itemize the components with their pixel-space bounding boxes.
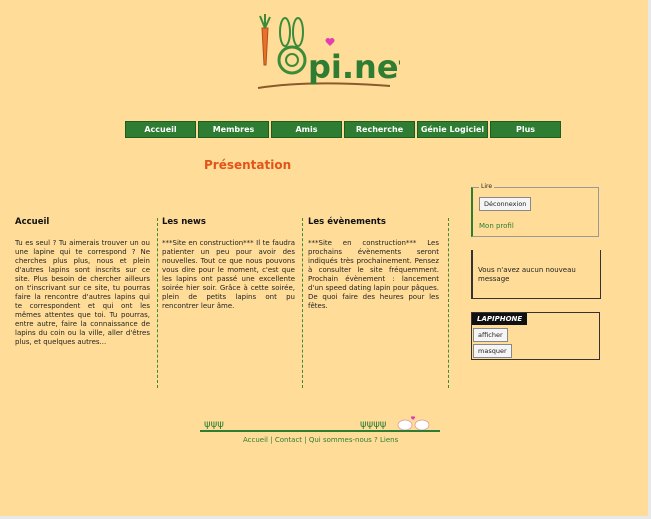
footer-link-accueil[interactable]: Accueil — [243, 436, 268, 444]
column-events: Les évènements ***Site en construction**… — [308, 218, 439, 388]
lapiphone-box: LAPIPHONE afficher masquer — [471, 312, 600, 360]
column-body: ***Site en construction*** Il te faudra … — [162, 239, 295, 310]
footer-link-liens[interactable]: Liens — [380, 436, 398, 444]
column-divider — [448, 218, 449, 388]
bunnies-icon — [397, 416, 430, 430]
show-button[interactable]: afficher — [473, 328, 508, 342]
main-nav: Accueil Membres Amis Recherche Génie Log… — [125, 121, 561, 138]
lapiphone-title: LAPIPHONE — [472, 313, 528, 325]
messages-box: Vous n'avez aucun nouveau message — [471, 250, 601, 299]
logo-text: pi.net — [308, 48, 400, 86]
nav-membres[interactable]: Membres — [198, 121, 269, 138]
column-accueil: Accueil Tu es seul ? Tu aimerais trouver… — [15, 218, 150, 388]
column-body: Tu es seul ? Tu aimerais trouver un ou u… — [15, 239, 150, 346]
footer-separator: | — [268, 436, 275, 444]
footer-links: Accueil | Contact | Qui sommes-nous ? Li… — [243, 436, 398, 444]
nav-amis[interactable]: Amis — [271, 121, 342, 138]
footer-separator: | — [302, 436, 309, 444]
grass-icon: ψψψψ — [360, 419, 387, 430]
column-divider — [302, 218, 303, 388]
column-heading: Les évènements — [308, 217, 386, 227]
login-legend: Lire — [479, 183, 495, 190]
column-heading: Accueil — [15, 217, 50, 227]
rabbit-logo-icon: pi.net — [257, 14, 414, 89]
column-heading: Les news — [162, 217, 206, 227]
nav-plus[interactable]: Plus — [490, 121, 561, 138]
column-news: Les news ***Site en construction*** Il t… — [162, 218, 295, 388]
column-body: ***Site en construction*** Les prochains… — [308, 239, 439, 310]
site-logo[interactable]: pi.net — [250, 10, 414, 105]
nav-recherche[interactable]: Recherche — [344, 121, 415, 138]
login-box: Lire Déconnexion Mon profil — [471, 183, 599, 237]
grass-icon: ψψψ — [204, 419, 224, 430]
footer-link-contact[interactable]: Contact — [275, 436, 302, 444]
nav-genie-logiciel[interactable]: Génie Logiciel — [417, 121, 488, 138]
profile-link[interactable]: Mon profil — [479, 222, 514, 230]
logout-button[interactable]: Déconnexion — [479, 197, 532, 211]
page-title: Présentation — [204, 158, 292, 172]
hide-button[interactable]: masquer — [473, 344, 512, 358]
column-divider — [157, 218, 158, 388]
footer-link-about[interactable]: Qui sommes-nous ? — [309, 436, 378, 444]
nav-accueil[interactable]: Accueil — [125, 121, 196, 138]
footer-decoration: ψψψ ψψψψ — [200, 414, 440, 432]
messages-text: Vous n'avez aucun nouveau message — [478, 266, 576, 283]
